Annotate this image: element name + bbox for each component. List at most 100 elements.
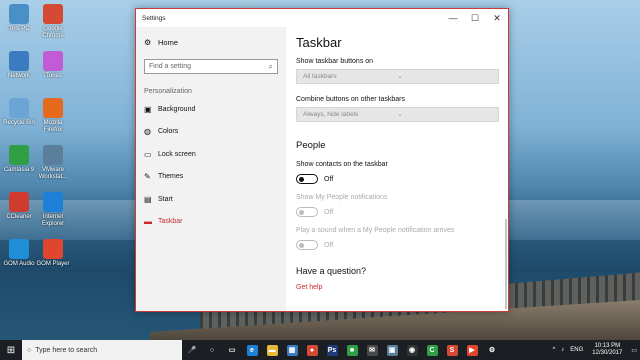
recycle-bin-icon: [9, 98, 29, 118]
people-heading: People: [296, 140, 326, 151]
taskbar-app-glyph: ●: [306, 344, 318, 356]
find-setting-input[interactable]: Find a setting ⌕: [144, 59, 278, 74]
mail-icon[interactable]: ✉: [362, 340, 382, 360]
chrome-icon[interactable]: ●: [302, 340, 322, 360]
search-placeholder: Find a setting: [149, 63, 192, 70]
edge-icon[interactable]: e: [242, 340, 262, 360]
contacts-state: Off: [324, 175, 334, 183]
taskbar-app-glyph: ▦: [286, 344, 298, 356]
settings-icon[interactable]: ⚙: [482, 340, 502, 360]
chrome-icon: [43, 4, 63, 24]
desktop-icon-label: Camtasia 9: [3, 167, 35, 173]
search-icon: ⌕: [268, 61, 273, 71]
taskbar-app-glyph: C: [426, 344, 438, 356]
gom-audio-icon: [9, 239, 29, 259]
file-explorer-icon[interactable]: ▬: [262, 340, 282, 360]
sidebar-item-label: Lock screen: [158, 150, 196, 158]
snagit-icon[interactable]: S: [442, 340, 462, 360]
sidebar-item-colors[interactable]: ◍ Colors: [144, 121, 278, 144]
desktop-icon-label: Recycle Bin: [3, 120, 35, 126]
desktop-icon[interactable]: Google Chrome: [36, 4, 70, 40]
task-view-icon[interactable]: ▭: [222, 340, 242, 360]
media-icon[interactable]: ◉: [402, 340, 422, 360]
desktop-icon[interactable]: Network: [2, 51, 36, 80]
combine-dropdown[interactable]: Always, hide labels ⌄: [296, 107, 499, 122]
brush-icon: ✎: [144, 172, 151, 182]
sidebar-item-themes[interactable]: ✎ Themes: [144, 166, 278, 189]
sound-toggle[interactable]: [296, 240, 318, 250]
desktop-icon-label: iTunes: [44, 73, 62, 79]
desktop-icon-label: GOM Audio: [3, 261, 35, 267]
camtasia-icon[interactable]: ■: [342, 340, 362, 360]
store-icon[interactable]: ▦: [282, 340, 302, 360]
gear-icon: ⚙: [144, 37, 152, 47]
sound-state: Off: [324, 241, 334, 249]
camtasia-icon: [9, 145, 29, 165]
title-bar[interactable]: Settings — ☐ ✕: [136, 9, 508, 27]
maximize-button[interactable]: ☐: [464, 9, 486, 27]
volume-icon[interactable]: ♪: [558, 347, 567, 353]
sidebar-item-taskbar[interactable]: ▬ Taskbar: [144, 211, 278, 234]
desktop-icon-label: VMware Workstat...: [38, 167, 68, 180]
taskbar-search-box[interactable]: ○ Type here to search: [22, 340, 182, 360]
contacts-toggle[interactable]: [296, 174, 318, 184]
desktop-icon[interactable]: Camtasia 9: [2, 145, 36, 174]
windows-logo-icon: ⊞: [6, 344, 16, 356]
combine-label: Combine buttons on other taskbars: [296, 96, 405, 103]
taskbar-app-glyph: Ps: [326, 344, 338, 356]
desktop-icon[interactable]: GOM Audio: [2, 239, 36, 268]
start-button[interactable]: ⊞: [0, 340, 22, 360]
desktop-icon[interactable]: This PC: [2, 4, 36, 33]
desktop-icon-label: Mozilla Firefox: [43, 120, 63, 133]
taskbar-app-glyph: ▬: [266, 344, 278, 356]
sidebar-item-label: Start: [158, 195, 173, 203]
notifications-icon[interactable]: ▭: [628, 347, 640, 354]
gom-player-icon: [43, 239, 63, 259]
clock[interactable]: 10:13 PM 12/30/2017: [586, 343, 628, 357]
sidebar-item-label: Colors: [158, 128, 179, 136]
taskbar-app-glyph: ◉: [406, 344, 418, 356]
taskbar-app-glyph: ○: [209, 346, 215, 354]
home-label: Home: [158, 37, 179, 47]
taskbar-search-placeholder: Type here to search: [35, 346, 98, 354]
gom-player-icon[interactable]: ▶: [462, 340, 482, 360]
sidebar-item-start[interactable]: ▤ Start: [144, 188, 278, 211]
taskbar-app-glyph: ▣: [386, 344, 398, 356]
desktop-icon-label: Google Chrome: [42, 26, 64, 39]
desktop-icon[interactable]: Mozilla Firefox: [36, 98, 70, 134]
show-buttons-dropdown[interactable]: All taskbars ⌄: [296, 69, 499, 84]
get-help-link[interactable]: Get help: [296, 284, 322, 291]
minimize-button[interactable]: —: [442, 9, 464, 27]
monitor-icon: ▭: [144, 149, 152, 159]
home-link[interactable]: ⚙ Home: [144, 31, 278, 53]
scrollbar[interactable]: [505, 219, 507, 309]
start-icon: ▤: [144, 194, 152, 204]
sidebar-item-lock-screen[interactable]: ▭ Lock screen: [144, 143, 278, 166]
contacts-toggle-row: Off: [296, 172, 498, 186]
desktop-icon[interactable]: iTunes: [36, 51, 70, 80]
close-button[interactable]: ✕: [486, 9, 508, 27]
tray-chevron-icon[interactable]: ^: [549, 347, 558, 353]
microphone-icon[interactable]: 🎤: [182, 340, 202, 360]
desktop-icon[interactable]: Internet Explorer: [36, 192, 70, 228]
notifications-label: Show My People notifications: [296, 194, 388, 201]
sidebar-item-label: Themes: [158, 173, 184, 181]
photoshop-icon[interactable]: Ps: [322, 340, 342, 360]
desktop-icon[interactable]: VMware Workstat...: [36, 145, 70, 181]
image-icon: ▣: [144, 104, 152, 114]
desktop-icon[interactable]: Recycle Bin: [2, 98, 36, 127]
question-heading: Have a question?: [296, 266, 367, 276]
camtasia-recorder-icon[interactable]: C: [422, 340, 442, 360]
vmware-icon[interactable]: ▣: [382, 340, 402, 360]
desktop-icon[interactable]: CCleaner: [2, 192, 36, 221]
cortana-icon[interactable]: ○: [202, 340, 222, 360]
taskbar-app-glyph: ■: [346, 344, 358, 356]
notifications-toggle[interactable]: [296, 207, 318, 217]
desktop-icon[interactable]: GOM Player: [36, 239, 70, 268]
notifications-state: Off: [324, 208, 334, 216]
desktop-icon-label: Internet Explorer: [41, 214, 65, 227]
clock-time: 10:13 PM: [594, 343, 621, 349]
taskbar-icon: ▬: [144, 217, 152, 227]
sidebar-item-background[interactable]: ▣ Background: [144, 98, 278, 121]
language-indicator[interactable]: ENG: [567, 347, 586, 353]
